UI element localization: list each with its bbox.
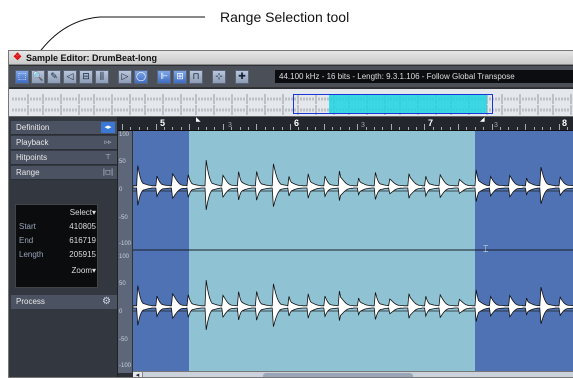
window-title: Sample Editor: DrumBeat-long — [25, 52, 157, 63]
hitpoint-tool[interactable]: ⊟ — [79, 69, 93, 84]
sidebar-item-label: Playback — [16, 138, 49, 147]
sidebar-item-hitpoints[interactable]: Hitpoints ⊤ — [11, 151, 117, 165]
screenshot: Range Selection tool ❖ Sample Editor: Dr… — [0, 0, 573, 378]
ruler-beat: 3 — [494, 122, 498, 129]
sidebar-item-label: Range — [16, 168, 40, 177]
timeline-ruler[interactable]: 5 3 6 3 7 3 8 ◣ ◢ — [118, 117, 573, 131]
sidebar-item-definition[interactable]: Definition ◂▸ — [11, 121, 117, 135]
svg-text:⌶: ⌶ — [483, 245, 488, 255]
toolbar: ⬚ 🔍 ✎ ◁ ⊟ ⫼ ▷ ◯ ⊩ ⊞ ⊓ ⊹ ✚ 44.100 kHz - 1… — [9, 66, 573, 88]
select-dropdown-value: Select▾ — [69, 208, 96, 217]
scroll-thumb[interactable] — [263, 373, 413, 377]
zoom-dropdown-value: Zoom▾ — [71, 266, 96, 275]
sidebar-item-label: Hitpoints — [16, 153, 48, 162]
snap-zero-button[interactable]: ⊞ — [173, 69, 187, 84]
play-button[interactable]: ▷ — [118, 69, 132, 84]
zoom-dropdown[interactable]: Zoom▾ — [16, 265, 99, 277]
waveform-display[interactable]: ⌶ — [133, 131, 573, 373]
play-tool[interactable]: ◁ — [63, 69, 77, 84]
range-icon: ◂▸ — [101, 122, 115, 133]
sidebar-item-process[interactable]: Process ⚙ — [11, 295, 117, 309]
scroll-left-icon[interactable]: ◂ — [133, 372, 143, 377]
cross-button[interactable]: ✚ — [235, 69, 249, 84]
sidebar-item-label: Definition — [16, 123, 50, 132]
end-field[interactable]: End 616719 — [16, 235, 99, 247]
snap-button[interactable]: ⊩ — [157, 69, 171, 84]
range-selection-tool[interactable]: ⬚ — [15, 69, 29, 84]
app-icon: ❖ — [13, 52, 22, 63]
ruler-beat: 3 — [361, 122, 365, 129]
sidebar-item-label: Process — [16, 297, 45, 306]
levels-button[interactable]: ⊹ — [212, 69, 226, 84]
sidebar-item-range[interactable]: Range |◻| — [11, 166, 117, 180]
zoom-tool[interactable]: 🔍 — [31, 69, 45, 84]
titlebar[interactable]: ❖ Sample Editor: DrumBeat-long — [9, 51, 573, 65]
overview-view-frame[interactable] — [293, 94, 493, 114]
inspector-panel: Definition ◂▸ Playback ▹▹ Hitpoints ⊤ Ra… — [9, 117, 118, 377]
range-end-marker[interactable]: ◢ — [480, 117, 486, 123]
warp-tool[interactable]: ⫼ — [95, 69, 109, 84]
gear-icon: ⚙ — [102, 296, 111, 307]
selection-info: Select▾ Start 410805 End 616719 Length 2… — [15, 204, 98, 288]
start-field[interactable]: Start 410805 — [16, 221, 99, 233]
hitpoint-icon: ⊤ — [104, 153, 112, 161]
sample-editor-window: ❖ Sample Editor: DrumBeat-long ⬚ 🔍 ✎ ◁ ⊟… — [8, 50, 573, 378]
sidebar-item-playback[interactable]: Playback ▹▹ — [11, 136, 117, 150]
file-info: 44.100 kHz - 16 bits - Length: 9.3.1.106… — [275, 70, 573, 83]
overview-line[interactable] — [9, 89, 573, 117]
amplitude-scale: 100 50 0 -50 -100 100 50 0 -50 -100 — [118, 131, 133, 373]
callout-label: Range Selection tool — [220, 9, 350, 25]
waveform: ⌶ — [133, 160, 573, 330]
draw-tool[interactable]: ✎ — [47, 69, 61, 84]
playback-icon: ▹▹ — [104, 138, 112, 146]
loop-button[interactable]: ◯ — [134, 69, 148, 84]
select-dropdown[interactable]: Select▾ — [16, 207, 99, 219]
horizontal-scrollbar[interactable]: ◂ — [133, 371, 573, 377]
range-bars-icon: |◻| — [102, 168, 114, 176]
autoscroll-button[interactable]: ⊓ — [189, 69, 203, 84]
range-start-marker[interactable]: ◣ — [196, 117, 202, 123]
length-field[interactable]: Length 205915 — [16, 249, 99, 261]
